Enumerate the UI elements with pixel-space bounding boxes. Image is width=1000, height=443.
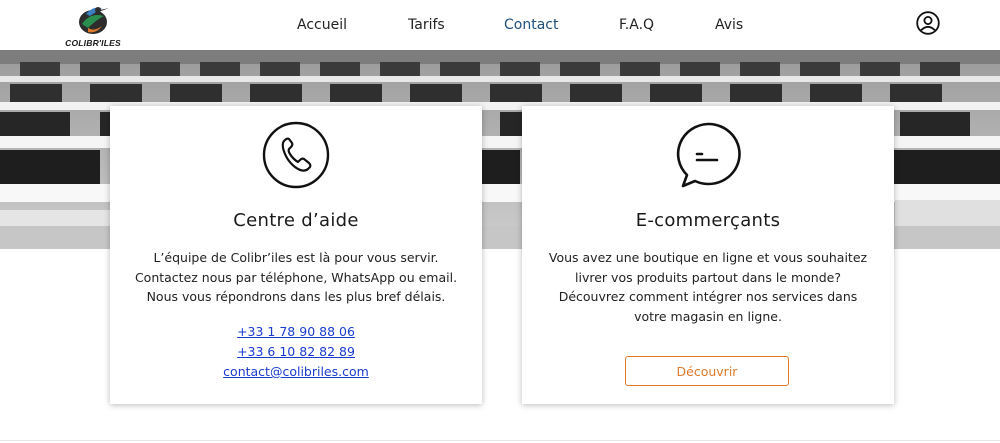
nav-tarifs[interactable]: Tarifs <box>408 17 445 33</box>
ecom-line-1: Vous avez une boutique en ligne et vous … <box>548 250 868 265</box>
site-header: COLIBR'ILES Accueil Tarifs Contact F.A.Q… <box>0 0 1000 50</box>
help-center-card: Centre d’aide L’équipe de Colibr’iles es… <box>110 106 482 404</box>
help-card-title: Centre d’aide <box>233 210 359 231</box>
chat-bubble-icon <box>673 120 743 190</box>
nav-contact[interactable]: Contact <box>504 17 558 33</box>
ecommerce-card: E-commerçants Vous avez une boutique en … <box>522 106 894 404</box>
help-line-3: Nous vous répondrons dans les plus bref … <box>146 289 446 304</box>
phone-icon <box>261 120 331 190</box>
footer-divider <box>0 440 1000 441</box>
ecom-card-title: E-commerçants <box>635 210 781 231</box>
ecom-line-2: livrer vos produits partout dans le mond… <box>575 269 841 285</box>
discover-button[interactable]: Découvrir <box>625 356 789 386</box>
ecom-line-3: Découvrez comment intégrer nos services … <box>558 289 858 304</box>
help-line-2: Contactez nous par téléphone, WhatsApp o… <box>134 269 458 285</box>
nav-faq[interactable]: F.A.Q <box>619 17 654 33</box>
phone-link-2[interactable]: +33 6 10 82 82 89 <box>110 342 482 362</box>
hummingbird-logo-icon <box>79 7 109 34</box>
nav-accueil[interactable]: Accueil <box>297 17 347 33</box>
email-link[interactable]: contact@colibriles.com <box>110 362 482 382</box>
help-line-1: L’équipe de Colibr’iles est là pour vous… <box>153 250 439 265</box>
logo-text: COLIBR'ILES <box>65 38 121 48</box>
nav-avis[interactable]: Avis <box>715 17 743 33</box>
ecom-card-description: Vous avez une boutique en ligne et vous … <box>530 248 886 326</box>
ecom-line-4: votre magasin en ligne. <box>634 308 782 324</box>
help-card-description: L’équipe de Colibr’iles est là pour vous… <box>118 248 474 307</box>
contact-links: +33 1 78 90 88 06 +33 6 10 82 82 89 cont… <box>110 322 482 382</box>
logo[interactable]: COLIBR'ILES <box>62 2 124 48</box>
user-circle-icon[interactable] <box>916 11 940 35</box>
phone-link-1[interactable]: +33 1 78 90 88 06 <box>110 322 482 342</box>
